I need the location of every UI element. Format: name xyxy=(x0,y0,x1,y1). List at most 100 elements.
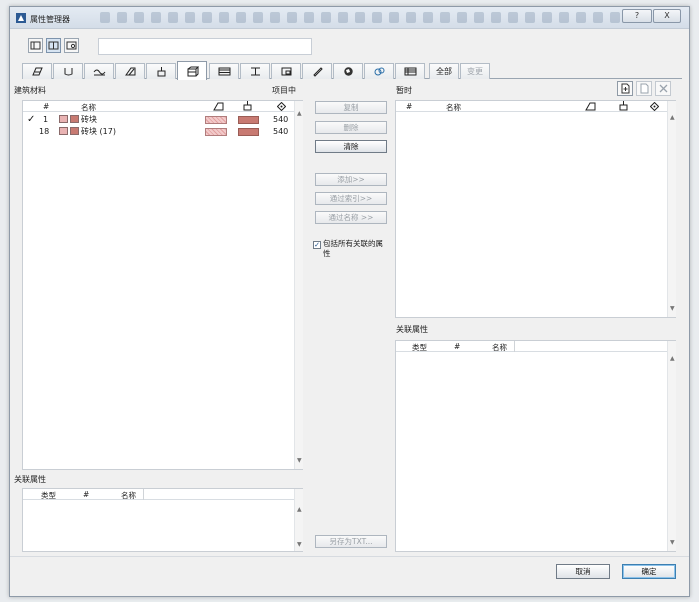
tab-all[interactable]: 全部 xyxy=(429,63,459,79)
add-by-name-button[interactable]: 通过名称 >> xyxy=(315,211,387,224)
close-icon xyxy=(659,84,668,93)
list-item[interactable]: ✓ 1 砖块 540 xyxy=(23,114,294,125)
line-icon xyxy=(93,69,105,76)
temporary-list[interactable]: # 名称 ▲ ▼ xyxy=(395,100,676,318)
pen-column-icon[interactable] xyxy=(618,101,629,111)
ok-button[interactable]: 确定 xyxy=(622,564,676,579)
line-type-icon xyxy=(64,68,72,76)
new-attribute-button[interactable] xyxy=(617,81,633,96)
save-as-txt-button[interactable]: 另存为TXT... xyxy=(315,535,387,548)
right-assoc-scrollbar[interactable]: ▲ ▼ xyxy=(667,341,676,551)
add-by-index-button[interactable]: 通过索引>> xyxy=(315,192,387,205)
tab-locations[interactable] xyxy=(333,63,363,79)
clear-button[interactable]: 清除 xyxy=(315,140,387,153)
usage-column-icon[interactable] xyxy=(277,102,286,111)
column-type[interactable]: 类型 xyxy=(41,490,56,501)
help-button[interactable]: ? xyxy=(622,9,652,23)
tab-profiles[interactable] xyxy=(240,63,270,79)
tab-zones[interactable] xyxy=(271,63,301,79)
right-associated-list[interactable]: 类型 # 名称 ▲ ▼ xyxy=(395,340,676,552)
row-num: 1 xyxy=(43,115,49,124)
tab-line-types[interactable] xyxy=(53,63,83,79)
app-icon xyxy=(16,13,26,23)
pen-swatch xyxy=(238,128,259,136)
fill-swatch xyxy=(59,115,68,123)
row-name: 砖块 (17) xyxy=(81,127,116,136)
pen-icon xyxy=(157,67,165,77)
right-panel-title: 暂时 xyxy=(396,86,412,95)
fill-swatch xyxy=(59,127,68,135)
surface-column-icon[interactable] xyxy=(585,102,596,111)
grid-icon xyxy=(404,67,416,76)
detail-view-icon xyxy=(66,41,77,50)
view-list-button[interactable] xyxy=(28,38,43,53)
open-attribute-button[interactable] xyxy=(636,81,652,96)
row-count: 540 xyxy=(273,115,289,124)
pen-column-icon[interactable] xyxy=(242,101,253,111)
add-button[interactable]: 添加>> xyxy=(315,173,387,186)
close-window-button[interactable]: X xyxy=(653,9,681,23)
list-header: # 名称 xyxy=(396,101,667,112)
background-toolbar xyxy=(100,12,620,26)
include-all-checkbox[interactable]: ✓ xyxy=(313,241,321,249)
column-name[interactable]: 名称 xyxy=(81,102,96,113)
scroll-down-icon[interactable]: ▼ xyxy=(297,457,302,464)
right-assoc-title: 关联属性 xyxy=(396,325,428,334)
cancel-button[interactable]: 取消 xyxy=(556,564,610,579)
scroll-down-icon[interactable]: ▼ xyxy=(297,541,302,548)
tab-grid[interactable] xyxy=(395,63,425,79)
row-count: 540 xyxy=(273,127,289,136)
view-detail-button[interactable] xyxy=(64,38,79,53)
tab-lines[interactable] xyxy=(84,63,114,79)
column-num[interactable]: # xyxy=(454,342,460,351)
usage-column-icon[interactable] xyxy=(650,102,659,111)
copy-button[interactable]: 复制 xyxy=(315,101,387,114)
column-num[interactable]: # xyxy=(406,102,412,111)
tab-building-materials[interactable] xyxy=(177,61,207,80)
scroll-down-icon[interactable]: ▼ xyxy=(670,305,675,312)
view-split-button[interactable] xyxy=(46,38,61,53)
list-header: # 名称 xyxy=(23,101,294,112)
left-associated-list[interactable]: 类型 # 名称 ▲ ▼ xyxy=(22,488,303,552)
document-icon xyxy=(640,83,649,94)
scroll-up-icon[interactable]: ▲ xyxy=(297,110,302,117)
column-num[interactable]: # xyxy=(43,102,49,111)
surface-column-icon[interactable] xyxy=(213,102,224,111)
list-item[interactable]: 18 砖块 (17) 540 xyxy=(23,126,294,137)
tab-pens[interactable] xyxy=(146,63,176,79)
temporary-list-scrollbar[interactable]: ▲ ▼ xyxy=(667,101,676,317)
view-toolbar xyxy=(22,38,312,56)
column-name[interactable]: 名称 xyxy=(492,342,507,353)
delete-button[interactable]: 删除 xyxy=(315,121,387,134)
left-list-scrollbar[interactable]: ▲ ▼ xyxy=(294,101,303,469)
column-type[interactable]: 类型 xyxy=(412,342,427,353)
search-input[interactable] xyxy=(98,38,312,55)
column-name[interactable]: 名称 xyxy=(121,490,136,501)
scroll-down-icon[interactable]: ▼ xyxy=(670,539,675,546)
profile-icon xyxy=(250,67,260,76)
tab-markup[interactable] xyxy=(302,63,332,79)
dialog-footer: 取消 确定 xyxy=(10,556,689,596)
scroll-up-icon[interactable]: ▲ xyxy=(670,355,675,362)
attribute-tabs: 全部 变更 xyxy=(22,61,682,80)
pen-swatch xyxy=(238,116,259,124)
left-assoc-scrollbar[interactable]: ▲ ▼ xyxy=(294,489,303,551)
remove-attribute-button[interactable] xyxy=(655,81,671,96)
tab-mep[interactable] xyxy=(364,63,394,79)
surface-icon xyxy=(124,67,135,76)
title-bar[interactable]: 属性管理器 ? X xyxy=(10,7,689,29)
zone-icon xyxy=(281,67,291,76)
building-materials-list[interactable]: # 名称 ✓ 1 砖块 540 18 砖块 (17) 540 ▲ ▼ xyxy=(22,100,303,470)
tab-fills[interactable] xyxy=(22,63,52,79)
tab-changes[interactable]: 变更 xyxy=(460,63,490,79)
list-view-icon xyxy=(30,41,41,50)
tab-composites[interactable] xyxy=(209,63,239,79)
scroll-up-icon[interactable]: ▲ xyxy=(670,114,675,121)
scroll-up-icon[interactable]: ▲ xyxy=(297,506,302,513)
row-name: 砖块 xyxy=(81,115,97,124)
tab-surfaces[interactable] xyxy=(115,63,145,79)
column-name[interactable]: 名称 xyxy=(446,102,461,113)
fill-icon xyxy=(31,67,43,76)
left-panel-source-label: 项目中 xyxy=(272,86,296,95)
column-num[interactable]: # xyxy=(83,490,89,499)
